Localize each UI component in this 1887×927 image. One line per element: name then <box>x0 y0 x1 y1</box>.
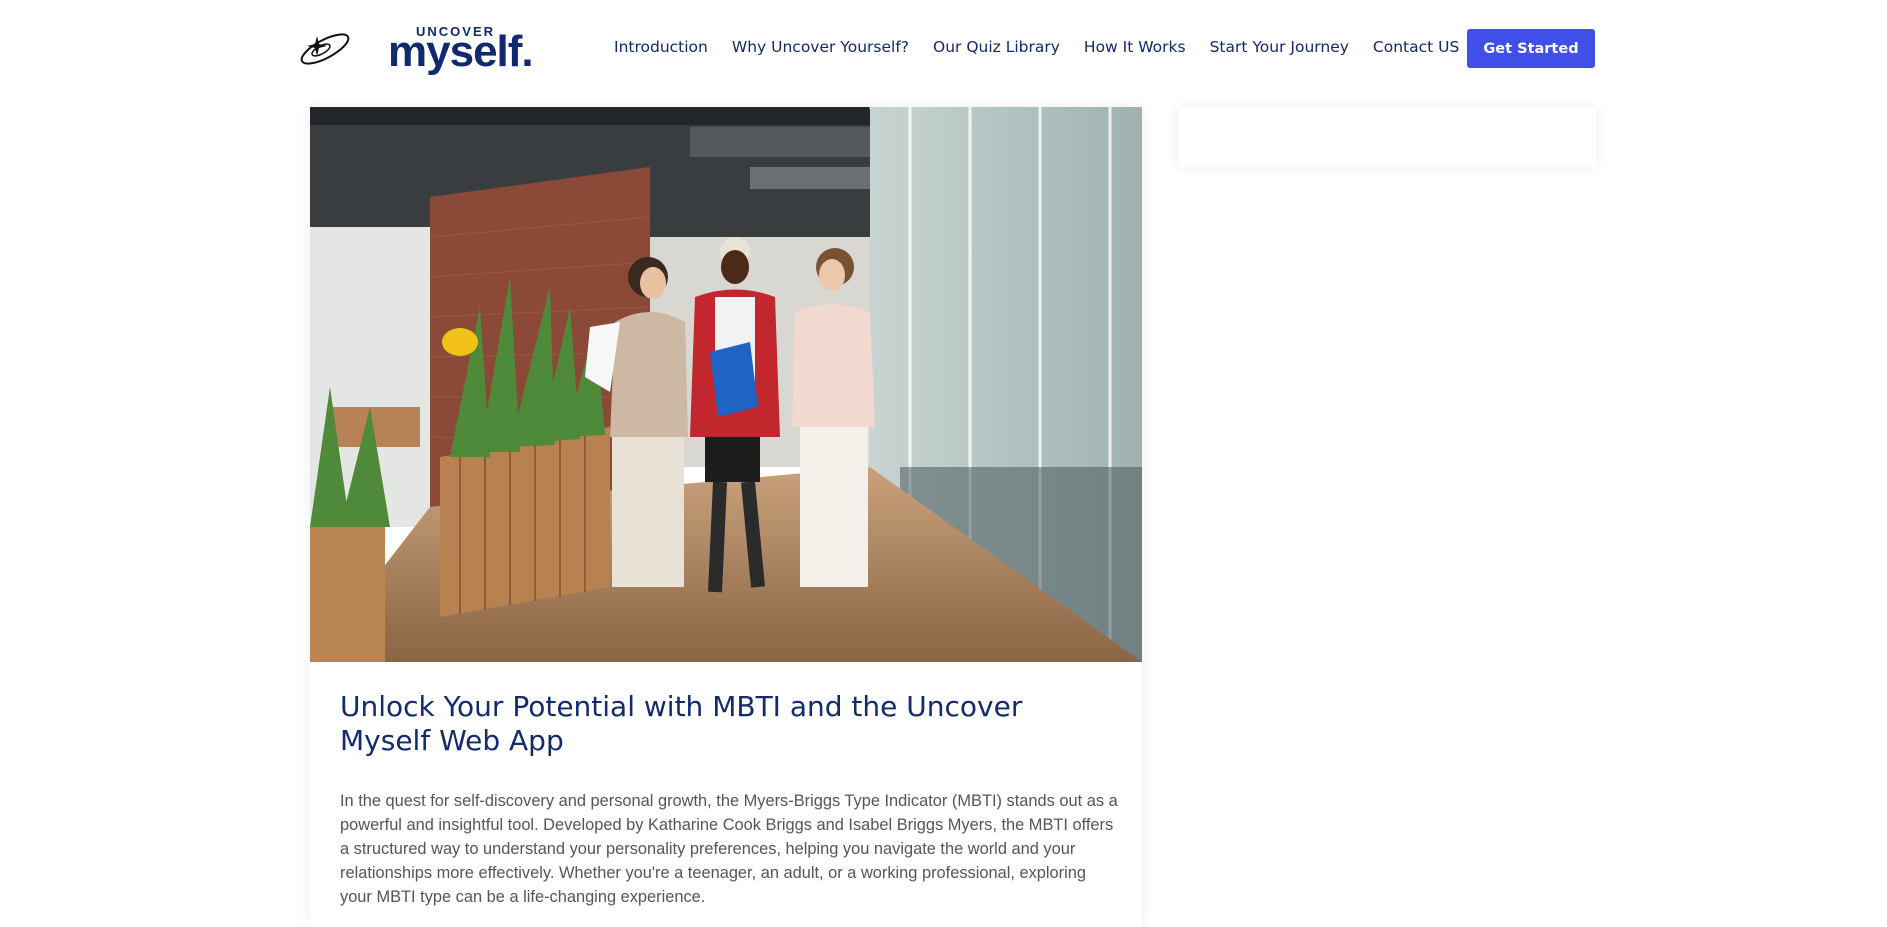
nav-item-quiz-library[interactable]: Our Quiz Library <box>933 38 1060 56</box>
nav-item-start-your-journey[interactable]: Start Your Journey <box>1210 38 1349 56</box>
blog-post-card: Unlock Your Potential with MBTI and the … <box>310 107 1142 927</box>
orbit-star-icon[interactable] <box>296 26 354 68</box>
main-nav: Introduction Why Uncover Yourself? Our Q… <box>614 38 1483 56</box>
nav-item-introduction[interactable]: Introduction <box>614 38 708 56</box>
hero-image <box>310 107 1142 662</box>
get-started-button[interactable]: Get Started <box>1467 29 1595 68</box>
site-logo[interactable]: UNCOVER myself. <box>388 20 548 76</box>
nav-item-how-it-works[interactable]: How It Works <box>1084 38 1186 56</box>
nav-item-why-uncover-yourself[interactable]: Why Uncover Yourself? <box>732 38 909 56</box>
post-title: Unlock Your Potential with MBTI and the … <box>340 690 1023 757</box>
sidebar-widget <box>1178 107 1596 167</box>
post-body-paragraph: In the quest for self-discovery and pers… <box>340 792 1118 906</box>
logo-main-text: myself. <box>388 27 534 76</box>
nav-item-contact-us[interactable]: Contact US <box>1373 38 1459 56</box>
site-header: UNCOVER myself. Introduction Why Uncover… <box>0 0 1887 96</box>
